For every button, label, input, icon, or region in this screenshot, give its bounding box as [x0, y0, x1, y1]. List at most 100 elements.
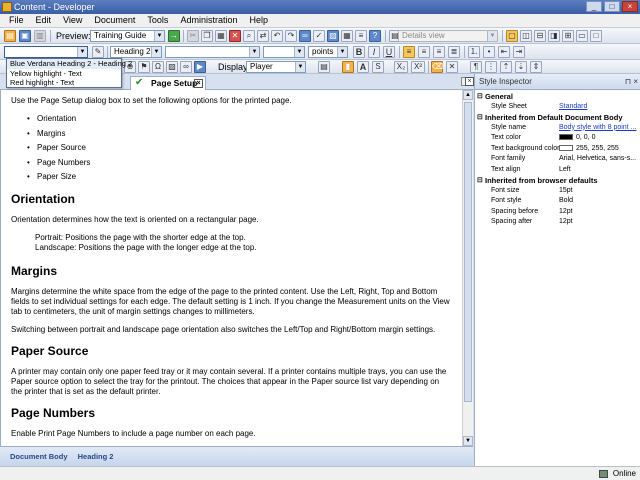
general-section[interactable]: ⊟ General [477, 92, 640, 102]
subscript-button[interactable]: X₂ [394, 61, 408, 73]
page-numbers-heading: Page Numbers [11, 405, 96, 420]
inherited-browser-section[interactable]: ⊟ Inherited from browser defaults [477, 176, 640, 186]
font-color-button[interactable]: A [357, 61, 369, 73]
delete-icon[interactable]: ✕ [229, 30, 241, 42]
image-icon[interactable]: ▨ [327, 30, 339, 42]
bullet-list-icon[interactable]: • [483, 46, 495, 58]
pilcrow-icon[interactable]: ¶ [470, 61, 482, 73]
superscript-button[interactable]: X² [411, 61, 425, 73]
align-justify-icon[interactable]: ≣ [448, 46, 460, 58]
spell-icon[interactable]: ✓ [313, 30, 325, 42]
close-panel-icon[interactable]: × [465, 77, 474, 86]
document-editor[interactable]: Use the Page Setup dialog box to set the… [0, 90, 462, 446]
layout-full-icon[interactable]: □ [590, 30, 602, 42]
menu-edit[interactable]: Edit [31, 14, 57, 27]
outdent-icon[interactable]: ⇤ [498, 46, 510, 58]
move-up-icon[interactable]: ⇡ [500, 61, 512, 73]
menu-document[interactable]: Document [89, 14, 140, 27]
expand-collapse-icon[interactable]: ⇕ [530, 61, 542, 73]
heading-select[interactable]: Heading 2 ▼ [110, 46, 162, 58]
path-item-document-body[interactable]: Document Body [10, 452, 68, 461]
align-left-icon[interactable]: ≡ [403, 46, 415, 58]
save-all-icon[interactable]: ▥ [34, 30, 46, 42]
collapse-icon[interactable]: ⊟ [477, 113, 483, 123]
units-select[interactable]: points ▼ [308, 46, 348, 58]
close-tab-icon[interactable]: × [194, 79, 203, 88]
view-select[interactable]: Details view ▼ [398, 30, 498, 42]
clear-format-icon[interactable]: ✕ [446, 61, 458, 73]
numbered-list-icon[interactable]: ⒈ [468, 46, 480, 58]
eraser-icon[interactable]: ⌫ [431, 61, 443, 73]
copy-icon[interactable]: ❐ [201, 30, 213, 42]
insert-symbol-icon[interactable]: Ω [152, 61, 164, 73]
close-window-button[interactable]: × [622, 1, 638, 12]
properties-icon[interactable]: ≡ [355, 30, 367, 42]
format-painter-icon[interactable]: ✎ [92, 46, 104, 58]
align-center-icon[interactable]: ≡ [418, 46, 430, 58]
help-icon[interactable]: ? [369, 30, 381, 42]
layout-single-icon[interactable]: ▢ [506, 30, 518, 42]
menu-view[interactable]: View [58, 14, 87, 27]
open-icon[interactable]: ▤ [4, 30, 16, 42]
insert-link-icon[interactable]: ∞ [180, 61, 192, 73]
preview-select[interactable]: Training Guide ▼ [90, 30, 165, 42]
underline-button[interactable]: U [383, 46, 395, 58]
table-icon[interactable]: ▦ [341, 30, 353, 42]
show-tags-icon[interactable]: ⋮ [485, 61, 497, 73]
collapse-icon[interactable]: ⊟ [477, 176, 483, 186]
replace-icon[interactable]: ⇄ [257, 30, 269, 42]
paper-source-paragraph: A printer may contain only one paper fee… [11, 366, 447, 396]
bold-button[interactable]: B [353, 46, 365, 58]
inherited-document-section[interactable]: ⊟ Inherited from Default Document Body [477, 113, 640, 123]
editor-scrollbar[interactable]: ▲ ▼ [462, 90, 473, 446]
layout-vertical-icon[interactable]: ◨ [548, 30, 560, 42]
tab-page-setup[interactable]: ✔ Page Setup × [130, 76, 206, 90]
go-preview-icon[interactable]: → [168, 30, 180, 42]
scroll-up-icon[interactable]: ▲ [463, 90, 473, 100]
highlight-color-icon[interactable]: ▮ [342, 61, 354, 73]
path-item-heading[interactable]: Heading 2 [78, 452, 114, 461]
margins-heading: Margins [11, 263, 58, 278]
style-option[interactable]: Blue Verdana Heading 2 - Heading 2 [7, 59, 132, 69]
size-select[interactable]: ▼ [263, 46, 305, 58]
insert-image-icon[interactable]: ▨ [166, 61, 178, 73]
layout-grid-icon[interactable]: ⊞ [562, 30, 574, 42]
style-select[interactable]: ▼ [4, 46, 88, 58]
insert-media-icon[interactable]: ▶ [194, 61, 206, 73]
maximize-button[interactable]: □ [604, 1, 620, 12]
layout-wide-icon[interactable]: ▭ [576, 30, 588, 42]
style-option[interactable]: Red highlight - Text [7, 78, 121, 88]
stylesheet-link[interactable]: Standard [559, 102, 640, 113]
pin-icon[interactable]: ⊓ × [625, 77, 638, 86]
menu-file[interactable]: File [4, 14, 29, 27]
cut-icon[interactable]: ✂ [187, 30, 199, 42]
paste-icon[interactable]: ▦ [215, 30, 227, 42]
paper-source-heading: Paper Source [11, 343, 89, 358]
strikethrough-icon[interactable]: S [372, 61, 384, 73]
display-select[interactable]: Player ▼ [246, 61, 306, 73]
save-icon[interactable]: ▣ [19, 30, 31, 42]
style-name-link[interactable]: Body style with 8 point ... [559, 123, 640, 134]
chevron-down-icon: ▼ [77, 47, 87, 57]
menu-help[interactable]: Help [244, 14, 273, 27]
menu-administration[interactable]: Administration [175, 14, 242, 27]
undo-icon[interactable]: ↶ [271, 30, 283, 42]
minimize-button[interactable]: _ [586, 1, 602, 12]
italic-button[interactable]: I [368, 46, 380, 58]
style-option[interactable]: Yellow highlight - Text [7, 69, 121, 79]
scroll-down-icon[interactable]: ▼ [463, 436, 473, 446]
find-icon[interactable]: ⌕ [243, 30, 255, 42]
layout-split-icon[interactable]: ◫ [520, 30, 532, 42]
menu-tools[interactable]: Tools [142, 14, 173, 27]
indent-icon[interactable]: ⇥ [513, 46, 525, 58]
link-icon[interactable]: ∞ [299, 30, 311, 42]
display-options-icon[interactable]: ▤ [318, 61, 330, 73]
redo-icon[interactable]: ↷ [285, 30, 297, 42]
insert-variable-icon[interactable]: ⚑ [138, 61, 150, 73]
font-select[interactable]: ▼ [165, 46, 260, 58]
align-right-icon[interactable]: ≡ [433, 46, 445, 58]
scroll-thumb[interactable] [464, 102, 472, 402]
collapse-icon[interactable]: ⊟ [477, 92, 483, 102]
layout-horizontal-icon[interactable]: ⊟ [534, 30, 546, 42]
move-down-icon[interactable]: ⇣ [515, 61, 527, 73]
